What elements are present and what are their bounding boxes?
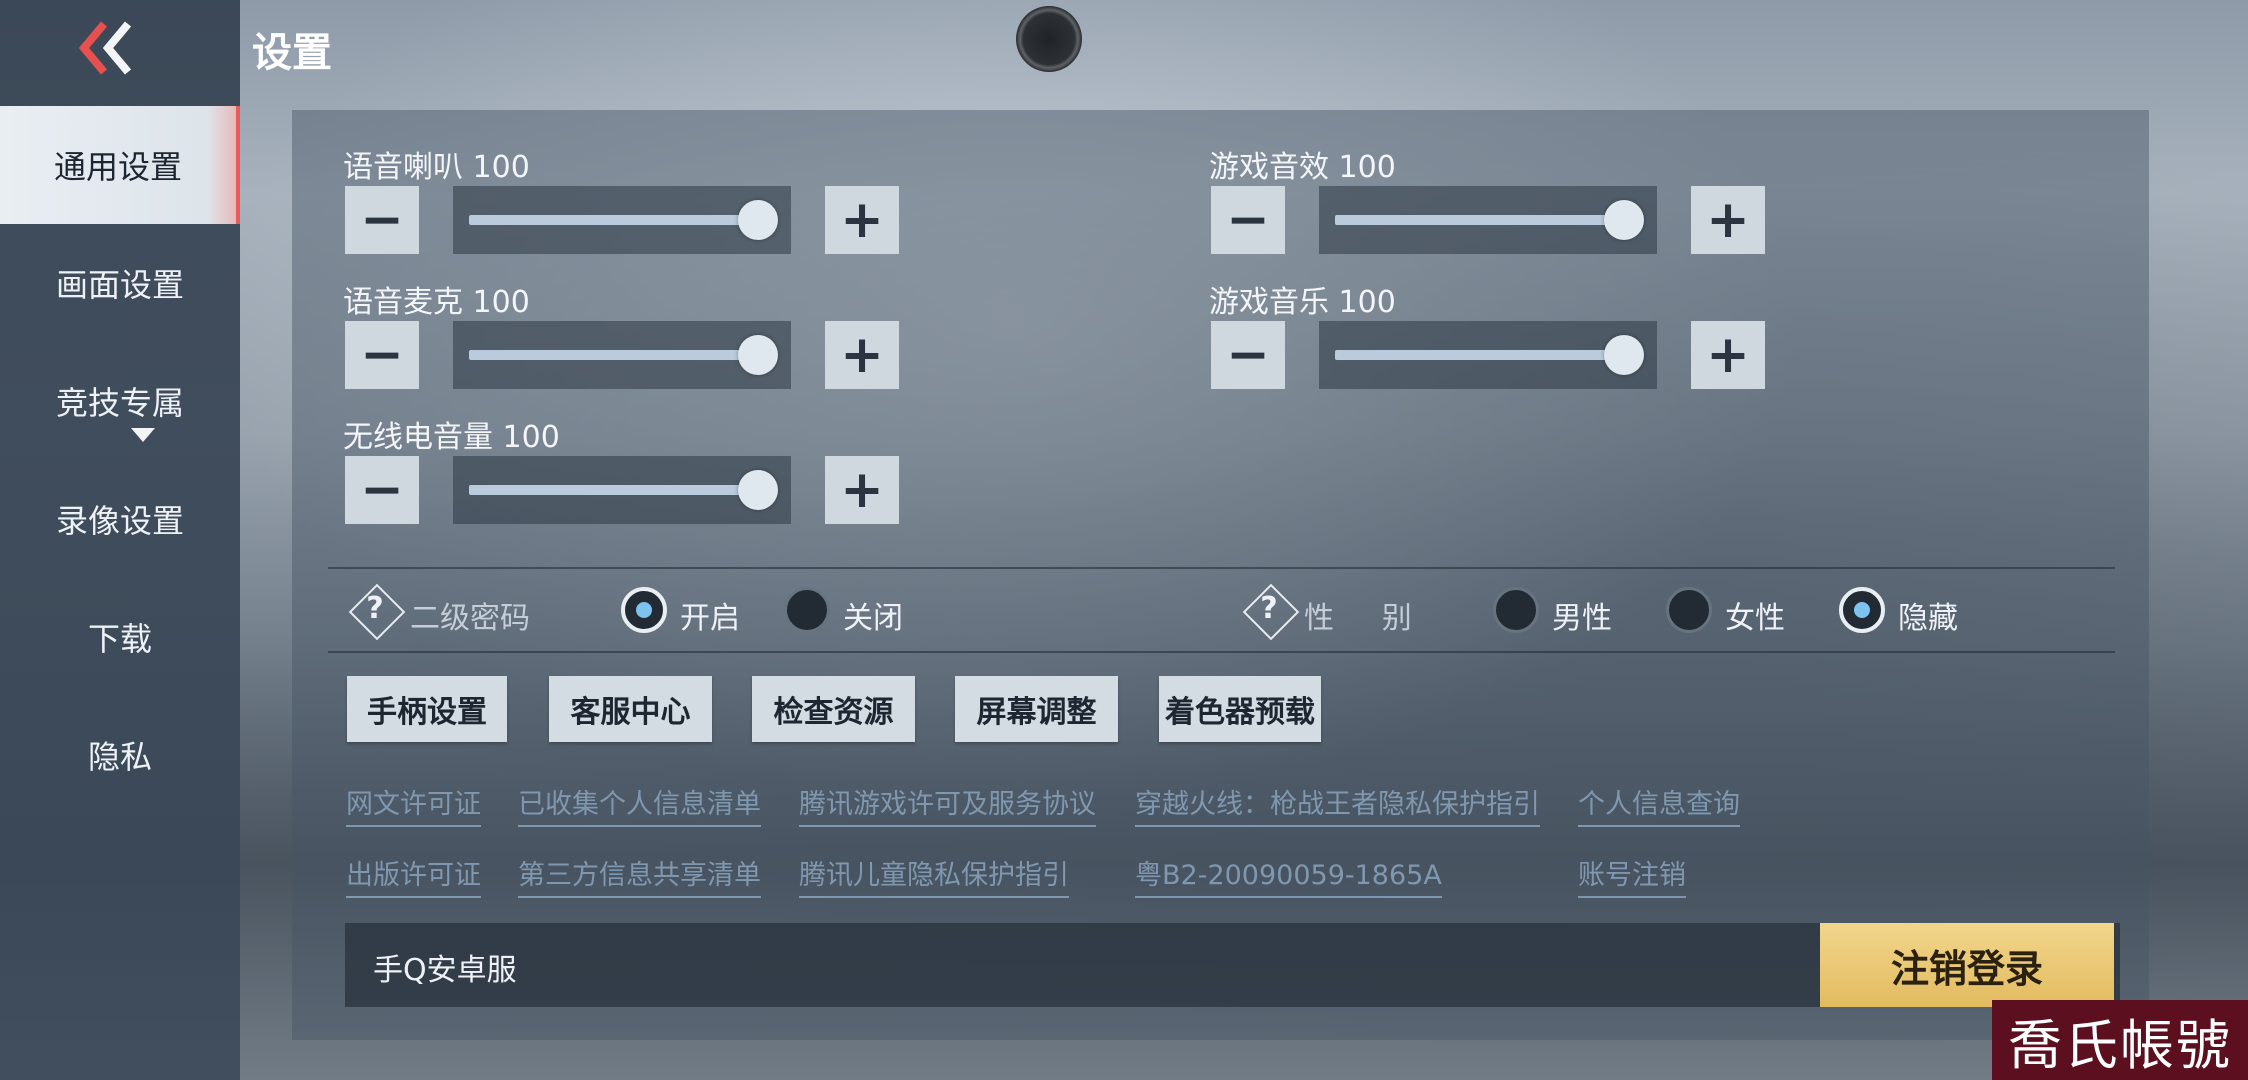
secondary-password-off-label[interactable]: 关闭: [843, 593, 903, 637]
link-privacy-guide[interactable]: 穿越火线：枪战王者隐私保护指引: [1135, 782, 1540, 827]
secondary-password-off-radio[interactable]: [784, 587, 830, 633]
gender-female-label[interactable]: 女性: [1725, 593, 1785, 637]
speaker-minus-button[interactable]: −: [345, 186, 419, 254]
link-third-party-sharing-list[interactable]: 第三方信息共享清单: [518, 853, 761, 898]
sidebar-item-competitive[interactable]: 竞技专属: [0, 342, 240, 460]
music-volume-value: 100: [1338, 285, 1396, 320]
sfx-volume-label: 游戏音效 100: [1209, 150, 1396, 185]
camera-cutout: [1016, 6, 1082, 72]
secondary-password-on-radio[interactable]: [621, 587, 667, 633]
sidebar-item-general[interactable]: 通用设置: [0, 106, 240, 224]
speaker-volume-label: 语音喇叭 100: [343, 150, 530, 185]
secondary-password-label: 二级密码: [410, 601, 530, 636]
mic-slider[interactable]: [453, 321, 791, 389]
plus-icon: +: [840, 325, 884, 385]
slider-fill: [469, 485, 764, 495]
plus-icon: +: [1706, 190, 1750, 250]
slider-fill: [1335, 215, 1630, 225]
sidebar-item-graphics[interactable]: 画面设置: [0, 224, 240, 342]
secondary-password-on-label[interactable]: 开启: [680, 593, 740, 637]
mic-volume-label: 语音麦克 100: [343, 285, 530, 320]
sfx-volume-value: 100: [1338, 150, 1396, 185]
minus-icon: −: [1226, 325, 1270, 385]
customer-service-button[interactable]: 客服中心: [549, 676, 712, 742]
screen-adjust-button[interactable]: 屏幕调整: [955, 676, 1118, 742]
plus-icon: +: [840, 190, 884, 250]
link-online-culture-license[interactable]: 网文许可证: [346, 782, 481, 827]
sidebar-item-label: 录像设置: [55, 502, 184, 540]
radio-plus-button[interactable]: +: [825, 456, 899, 524]
music-slider[interactable]: [1319, 321, 1657, 389]
link-children-privacy-guide[interactable]: 腾讯儿童隐私保护指引: [799, 853, 1069, 898]
slider-fill: [1335, 350, 1630, 360]
check-resources-button[interactable]: 检查资源: [752, 676, 915, 742]
gender-male-label[interactable]: 男性: [1552, 593, 1612, 637]
mic-plus-button[interactable]: +: [825, 321, 899, 389]
radio-minus-button[interactable]: −: [345, 456, 419, 524]
sidebar-item-privacy[interactable]: 隐私: [0, 696, 240, 814]
link-icp-number[interactable]: 粤B2-20090059-1865A: [1135, 853, 1442, 898]
minus-icon: −: [360, 325, 404, 385]
link-game-license-agreement[interactable]: 腾讯游戏许可及服务协议: [799, 782, 1096, 827]
expand-caret-icon[interactable]: [131, 428, 155, 442]
sidebar-item-download[interactable]: 下载: [0, 578, 240, 696]
divider: [328, 651, 2115, 653]
slider-knob[interactable]: [1604, 200, 1644, 240]
shader-preload-button[interactable]: 着色器预载: [1159, 676, 1321, 742]
radio-slider[interactable]: [453, 456, 791, 524]
page-title: 设置: [252, 30, 332, 76]
gender-label: 性 别: [1304, 601, 1412, 636]
link-personal-info-query[interactable]: 个人信息查询: [1578, 782, 1740, 827]
slider-knob[interactable]: [738, 470, 778, 510]
back-button[interactable]: [72, 18, 152, 78]
slider-knob[interactable]: [1604, 335, 1644, 375]
sidebar-item-recording[interactable]: 录像设置: [0, 460, 240, 578]
link-account-deletion[interactable]: 账号注销: [1578, 853, 1686, 898]
radio-volume-label: 无线电音量 100: [343, 420, 560, 455]
sidebar-item-label: 通用设置: [53, 148, 182, 186]
sidebar-item-label: 下载: [87, 620, 152, 658]
divider: [328, 567, 2115, 569]
mic-minus-button[interactable]: −: [345, 321, 419, 389]
slider-knob[interactable]: [738, 335, 778, 375]
slider-knob[interactable]: [738, 200, 778, 240]
music-minus-button[interactable]: −: [1211, 321, 1285, 389]
gender-female-radio[interactable]: [1666, 587, 1712, 633]
radio-volume-value: 100: [502, 420, 560, 455]
minus-icon: −: [360, 460, 404, 520]
minus-icon: −: [1226, 190, 1270, 250]
mic-volume-value: 100: [472, 285, 530, 320]
watermark: 喬氏帳號: [1992, 1000, 2248, 1080]
speaker-slider[interactable]: [453, 186, 791, 254]
gender-hidden-radio[interactable]: [1839, 587, 1885, 633]
sidebar-item-label: 画面设置: [55, 266, 184, 304]
help-glyph: ?: [1260, 591, 1278, 626]
sidebar: 通用设置 画面设置 竞技专属 录像设置 下载 隐私: [0, 0, 240, 1080]
minus-icon: −: [360, 190, 404, 250]
music-volume-label: 游戏音乐 100: [1209, 285, 1396, 320]
gender-hidden-label[interactable]: 隐藏: [1898, 593, 1958, 637]
logout-button[interactable]: 注销登录: [1820, 923, 2114, 1007]
help-glyph: ?: [366, 591, 384, 626]
plus-icon: +: [840, 460, 884, 520]
sfx-plus-button[interactable]: +: [1691, 186, 1765, 254]
sfx-slider[interactable]: [1319, 186, 1657, 254]
link-publishing-license[interactable]: 出版许可证: [346, 853, 481, 898]
gender-male-radio[interactable]: [1493, 587, 1539, 633]
sidebar-item-label: 竞技专属: [55, 384, 184, 422]
sidebar-item-label: 隐私: [87, 738, 152, 776]
server-name: 手Q安卓服: [373, 953, 517, 988]
sfx-minus-button[interactable]: −: [1211, 186, 1285, 254]
speaker-plus-button[interactable]: +: [825, 186, 899, 254]
slider-fill: [469, 215, 764, 225]
link-collected-info-list[interactable]: 已收集个人信息清单: [518, 782, 761, 827]
slider-fill: [469, 350, 764, 360]
controller-settings-button[interactable]: 手柄设置: [347, 676, 507, 742]
music-plus-button[interactable]: +: [1691, 321, 1765, 389]
plus-icon: +: [1706, 325, 1750, 385]
double-chevron-left-icon: [78, 21, 132, 75]
speaker-volume-value: 100: [472, 150, 530, 185]
